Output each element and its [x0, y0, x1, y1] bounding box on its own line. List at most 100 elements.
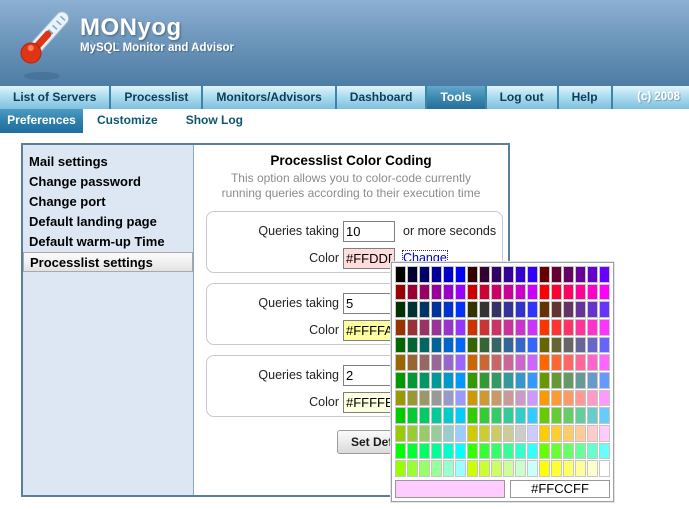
- palette-color-cell[interactable]: [407, 266, 418, 283]
- palette-color-cell[interactable]: [551, 425, 562, 442]
- palette-color-cell[interactable]: [407, 337, 418, 354]
- palette-color-cell[interactable]: [467, 390, 478, 407]
- palette-color-cell[interactable]: [443, 390, 454, 407]
- palette-color-cell[interactable]: [563, 407, 574, 424]
- palette-color-cell[interactable]: [599, 425, 610, 442]
- palette-color-cell[interactable]: [527, 284, 538, 301]
- palette-color-cell[interactable]: [467, 372, 478, 389]
- palette-color-cell[interactable]: [587, 284, 598, 301]
- palette-color-cell[interactable]: [431, 337, 442, 354]
- palette-color-cell[interactable]: [407, 319, 418, 336]
- palette-color-cell[interactable]: [443, 460, 454, 477]
- palette-color-cell[interactable]: [527, 425, 538, 442]
- palette-color-cell[interactable]: [515, 354, 526, 371]
- palette-color-cell[interactable]: [443, 372, 454, 389]
- palette-color-cell[interactable]: [563, 284, 574, 301]
- palette-color-cell[interactable]: [503, 425, 514, 442]
- palette-color-cell[interactable]: [503, 319, 514, 336]
- palette-color-cell[interactable]: [539, 337, 550, 354]
- palette-color-cell[interactable]: [503, 266, 514, 283]
- palette-color-cell[interactable]: [491, 425, 502, 442]
- palette-color-cell[interactable]: [491, 337, 502, 354]
- palette-color-cell[interactable]: [575, 354, 586, 371]
- palette-color-cell[interactable]: [563, 301, 574, 318]
- palette-color-cell[interactable]: [479, 266, 490, 283]
- palette-color-cell[interactable]: [503, 443, 514, 460]
- palette-color-cell[interactable]: [587, 337, 598, 354]
- palette-color-cell[interactable]: [419, 407, 430, 424]
- palette-color-cell[interactable]: [515, 284, 526, 301]
- palette-color-cell[interactable]: [479, 407, 490, 424]
- palette-color-cell[interactable]: [443, 337, 454, 354]
- palette-color-cell[interactable]: [395, 372, 406, 389]
- color-input-2[interactable]: [343, 320, 395, 341]
- palette-color-cell[interactable]: [575, 266, 586, 283]
- palette-color-cell[interactable]: [407, 460, 418, 477]
- palette-color-cell[interactable]: [587, 407, 598, 424]
- palette-color-cell[interactable]: [575, 337, 586, 354]
- palette-color-cell[interactable]: [527, 354, 538, 371]
- palette-color-cell[interactable]: [395, 337, 406, 354]
- palette-color-cell[interactable]: [599, 460, 610, 477]
- palette-color-cell[interactable]: [551, 354, 562, 371]
- palette-color-cell[interactable]: [563, 425, 574, 442]
- palette-color-cell[interactable]: [539, 354, 550, 371]
- sidebar-item-processlist-settings[interactable]: Processlist settings: [23, 252, 193, 272]
- palette-color-cell[interactable]: [443, 354, 454, 371]
- palette-color-cell[interactable]: [395, 319, 406, 336]
- palette-color-cell[interactable]: [575, 460, 586, 477]
- palette-color-cell[interactable]: [491, 407, 502, 424]
- palette-color-cell[interactable]: [575, 319, 586, 336]
- palette-color-cell[interactable]: [599, 319, 610, 336]
- palette-color-cell[interactable]: [455, 372, 466, 389]
- palette-color-cell[interactable]: [515, 425, 526, 442]
- palette-color-cell[interactable]: [479, 460, 490, 477]
- palette-color-cell[interactable]: [455, 460, 466, 477]
- palette-color-cell[interactable]: [563, 266, 574, 283]
- palette-color-cell[interactable]: [551, 407, 562, 424]
- palette-color-cell[interactable]: [419, 319, 430, 336]
- palette-color-cell[interactable]: [419, 372, 430, 389]
- palette-color-cell[interactable]: [491, 284, 502, 301]
- palette-color-cell[interactable]: [503, 460, 514, 477]
- palette-color-cell[interactable]: [395, 425, 406, 442]
- palette-color-cell[interactable]: [515, 372, 526, 389]
- palette-color-cell[interactable]: [551, 337, 562, 354]
- palette-color-cell[interactable]: [575, 443, 586, 460]
- palette-color-cell[interactable]: [503, 390, 514, 407]
- palette-color-cell[interactable]: [395, 301, 406, 318]
- palette-color-cell[interactable]: [587, 443, 598, 460]
- nav-item-dashboard[interactable]: Dashboard: [337, 86, 428, 109]
- palette-color-cell[interactable]: [443, 425, 454, 442]
- palette-color-cell[interactable]: [527, 266, 538, 283]
- palette-color-cell[interactable]: [479, 337, 490, 354]
- palette-color-cell[interactable]: [563, 354, 574, 371]
- palette-color-cell[interactable]: [479, 443, 490, 460]
- nav-item-list-of-servers[interactable]: List of Servers: [0, 86, 111, 109]
- palette-color-cell[interactable]: [407, 390, 418, 407]
- palette-color-cell[interactable]: [587, 372, 598, 389]
- palette-color-cell[interactable]: [467, 407, 478, 424]
- palette-color-cell[interactable]: [599, 284, 610, 301]
- palette-color-cell[interactable]: [479, 301, 490, 318]
- palette-color-cell[interactable]: [575, 301, 586, 318]
- palette-color-cell[interactable]: [407, 301, 418, 318]
- palette-color-cell[interactable]: [479, 425, 490, 442]
- palette-color-cell[interactable]: [407, 425, 418, 442]
- palette-color-cell[interactable]: [515, 407, 526, 424]
- palette-color-cell[interactable]: [431, 390, 442, 407]
- palette-color-cell[interactable]: [539, 390, 550, 407]
- palette-color-cell[interactable]: [419, 460, 430, 477]
- palette-color-cell[interactable]: [551, 390, 562, 407]
- palette-color-cell[interactable]: [587, 460, 598, 477]
- palette-color-cell[interactable]: [455, 266, 466, 283]
- palette-color-cell[interactable]: [575, 372, 586, 389]
- palette-color-cell[interactable]: [467, 337, 478, 354]
- palette-color-cell[interactable]: [515, 460, 526, 477]
- palette-color-cell[interactable]: [539, 443, 550, 460]
- palette-color-cell[interactable]: [551, 443, 562, 460]
- nav-item-processlist[interactable]: Processlist: [111, 86, 203, 109]
- palette-color-cell[interactable]: [491, 301, 502, 318]
- palette-color-cell[interactable]: [515, 301, 526, 318]
- palette-color-cell[interactable]: [431, 319, 442, 336]
